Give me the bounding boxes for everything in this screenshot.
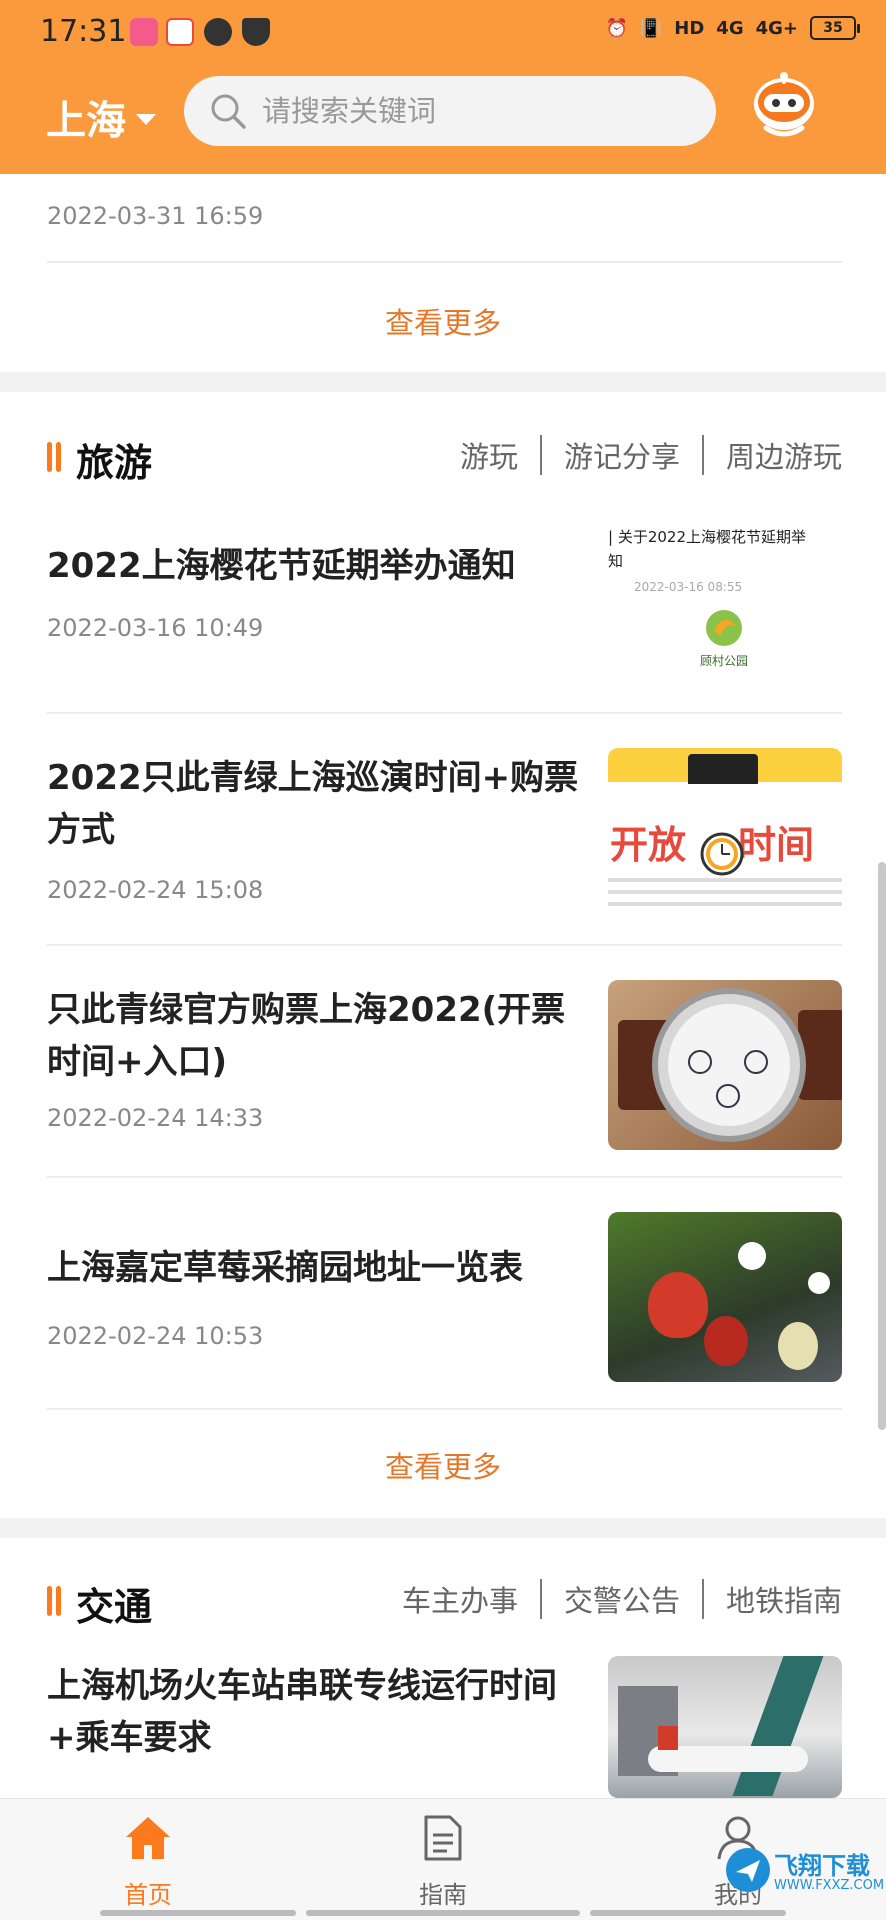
home-icon [126, 1817, 170, 1859]
alarm-icon: ⏰ [605, 17, 628, 39]
app-notification-icon [204, 18, 232, 46]
scrollbar[interactable] [878, 862, 886, 1430]
thumbnail-text-left: 开放 [610, 823, 687, 867]
status-time: 17:31 [40, 14, 127, 49]
section-tabs: 游玩 游记分享 周边游玩 [460, 434, 842, 476]
robot-assistant-icon[interactable] [748, 70, 820, 142]
article-date: 2022-03-31 16:59 [47, 202, 264, 230]
airport-image [608, 1656, 842, 1798]
article-title: 只此青绿官方购票上海2022(开票时间+入口) [47, 990, 566, 1082]
app-notification-icon [166, 18, 194, 46]
tab-travel-notes[interactable]: 游记分享 [564, 434, 680, 476]
section-title: 交通 [76, 1585, 153, 1629]
view-more-link[interactable]: 查看更多 [0, 300, 886, 342]
nav-gesture-bar [590, 1910, 786, 1916]
nav-gesture-bar [306, 1910, 580, 1916]
tab-guide[interactable]: 指南 [383, 1813, 503, 1910]
divider [47, 1176, 842, 1178]
list-item[interactable]: 上海机场火车站串联专线运行时间+乘车要求 [0, 1656, 886, 1798]
search-icon [211, 94, 246, 129]
watermark-text: 飞翔下载 [774, 1852, 870, 1880]
tab-traffic-notice[interactable]: 交警公告 [564, 1578, 680, 1620]
clock-icon [700, 832, 744, 876]
tab-label: 指南 [419, 1881, 467, 1909]
article-title: 2022上海樱花节延期举办通知 [47, 546, 516, 586]
thumbnail-text-right: 时间 [738, 823, 815, 867]
article-title: 上海嘉定草莓采摘园地址一览表 [47, 1248, 523, 1288]
battery-icon: 35 [810, 16, 860, 40]
tab-nearby[interactable]: 周边游玩 [726, 434, 842, 476]
list-item[interactable]: 2022上海樱花节延期举办通知 2022-03-16 10:49 | 关于202… [0, 516, 886, 706]
city-selector[interactable]: 上海 [46, 88, 156, 146]
list-item[interactable]: 2022只此青绿上海巡演时间+购票方式 2022-02-24 15:08 开放 … [0, 748, 886, 938]
tab-car-owner[interactable]: 车主办事 [402, 1578, 518, 1620]
divider [47, 712, 842, 714]
hd-icon: HD [674, 17, 705, 39]
watermark-icon [726, 1848, 770, 1892]
tab-label: 首页 [124, 1881, 172, 1909]
article-title: 2022只此青绿上海巡演时间+购票方式 [47, 758, 579, 850]
divider [47, 944, 842, 946]
status-indicators: ⏰ 📳 HD 4G 4G+ 35 [605, 16, 860, 40]
section-marker-icon [47, 442, 63, 472]
app-header: 17:31 ⏰ 📳 HD 4G 4G+ 35 上海 [0, 0, 886, 174]
tab-separator [701, 435, 704, 475]
tab-metro-guide[interactable]: 地铁指南 [726, 1578, 842, 1620]
divider [47, 261, 842, 263]
tab-separator [539, 435, 542, 475]
section-tabs: 车主办事 交警公告 地铁指南 [402, 1578, 842, 1620]
traffic-section: 交通 车主办事 交警公告 地铁指南 上海机场火车站串联专线运行时间+乘车要求 [0, 1538, 886, 1798]
article-title: 上海机场火车站串联专线运行时间+乘车要求 [47, 1666, 557, 1758]
strawberry-image [608, 1212, 842, 1382]
section-title: 旅游 [76, 441, 153, 485]
document-icon [424, 1815, 462, 1861]
city-name: 上海 [46, 98, 126, 144]
section-header: 旅游 游玩 游记分享 周边游玩 [0, 428, 886, 488]
thumbnail-headline: | 关于2022上海樱花节延期举 [608, 528, 806, 546]
view-more-link[interactable]: 查看更多 [0, 1444, 886, 1486]
tab-separator [539, 1579, 542, 1619]
thumbnail-date: 2022-03-16 08:55 [634, 580, 743, 594]
app-notification-icon [130, 18, 158, 46]
article-date: 2022-02-24 15:08 [47, 876, 264, 904]
list-item[interactable]: 上海嘉定草莓采摘园地址一览表 2022-02-24 10:53 [0, 1212, 886, 1402]
park-logo-icon [706, 610, 742, 646]
thumbnail-headline-2: 知 [608, 552, 624, 570]
tab-home[interactable]: 首页 [88, 1813, 208, 1910]
article-date: 2022-03-16 10:49 [47, 614, 264, 642]
article-thumbnail: 开放 时间 [608, 748, 842, 918]
section-header: 交通 车主办事 交警公告 地铁指南 [0, 1572, 886, 1632]
signal-icon-1: 4G [716, 17, 744, 39]
search-input[interactable] [262, 94, 682, 128]
article-thumbnail: | 关于2022上海樱花节延期举 知 2022-03-16 08:55 顾村公园 [608, 516, 842, 686]
nav-gesture-bar [100, 1910, 296, 1916]
article-date: 2022-02-24 10:53 [47, 1322, 264, 1350]
status-bar: 17:31 ⏰ 📳 HD 4G 4G+ 35 [0, 0, 886, 68]
travel-section: 旅游 游玩 游记分享 周边游玩 2022上海樱花节延期举办通知 2022-03-… [0, 392, 886, 1518]
signal-icon-2: 4G+ [755, 17, 798, 39]
watermark-url: WWW.FXXZ.COM [774, 1878, 885, 1893]
divider [47, 1408, 842, 1410]
vibrate-icon: 📳 [639, 17, 663, 39]
shield-icon [242, 18, 270, 46]
tab-sightseeing[interactable]: 游玩 [460, 434, 518, 476]
tab-separator [701, 1579, 704, 1619]
section-marker-icon [47, 1586, 63, 1616]
watermark-logo: 飞翔下载 WWW.FXXZ.COM [724, 1840, 884, 1916]
watch-image [608, 980, 842, 1150]
article-date: 2022-02-24 14:33 [47, 1104, 264, 1132]
search-bar[interactable] [184, 76, 716, 146]
previous-section-tail: 2022-03-31 16:59 查看更多 [0, 174, 886, 372]
list-item[interactable]: 只此青绿官方购票上海2022(开票时间+入口) 2022-02-24 14:33 [0, 980, 886, 1170]
chevron-down-icon [136, 113, 156, 125]
park-logo-text: 顾村公园 [700, 654, 749, 668]
